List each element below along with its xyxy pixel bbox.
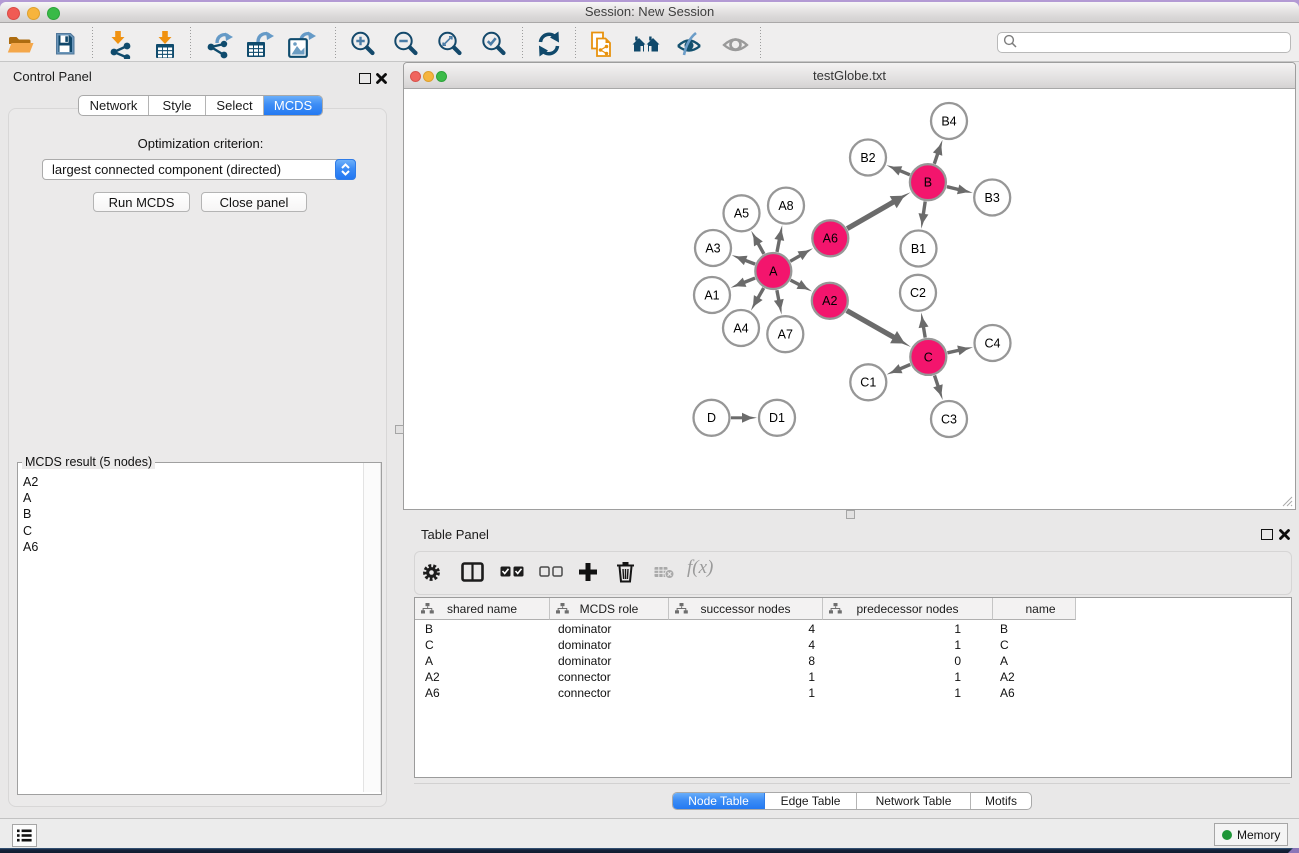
svg-text:C: C bbox=[924, 350, 933, 364]
svg-text:A: A bbox=[769, 264, 778, 278]
svg-text:C2: C2 bbox=[910, 286, 926, 300]
svg-text:B3: B3 bbox=[985, 191, 1000, 205]
svg-text:A8: A8 bbox=[778, 199, 793, 213]
svg-text:B4: B4 bbox=[941, 114, 956, 128]
svg-text:A6: A6 bbox=[823, 232, 838, 246]
svg-text:A5: A5 bbox=[734, 207, 749, 221]
svg-text:D1: D1 bbox=[769, 411, 785, 425]
svg-text:D: D bbox=[707, 411, 716, 425]
svg-text:A7: A7 bbox=[778, 328, 793, 342]
svg-text:C1: C1 bbox=[860, 376, 876, 390]
svg-text:B2: B2 bbox=[860, 151, 875, 165]
svg-text:B: B bbox=[924, 176, 932, 190]
svg-text:B1: B1 bbox=[911, 242, 926, 256]
svg-text:A3: A3 bbox=[705, 241, 720, 255]
svg-text:A1: A1 bbox=[704, 288, 719, 302]
svg-text:A2: A2 bbox=[822, 294, 837, 308]
svg-text:A4: A4 bbox=[733, 321, 748, 335]
svg-text:C3: C3 bbox=[941, 412, 957, 426]
svg-text:C4: C4 bbox=[985, 336, 1001, 350]
